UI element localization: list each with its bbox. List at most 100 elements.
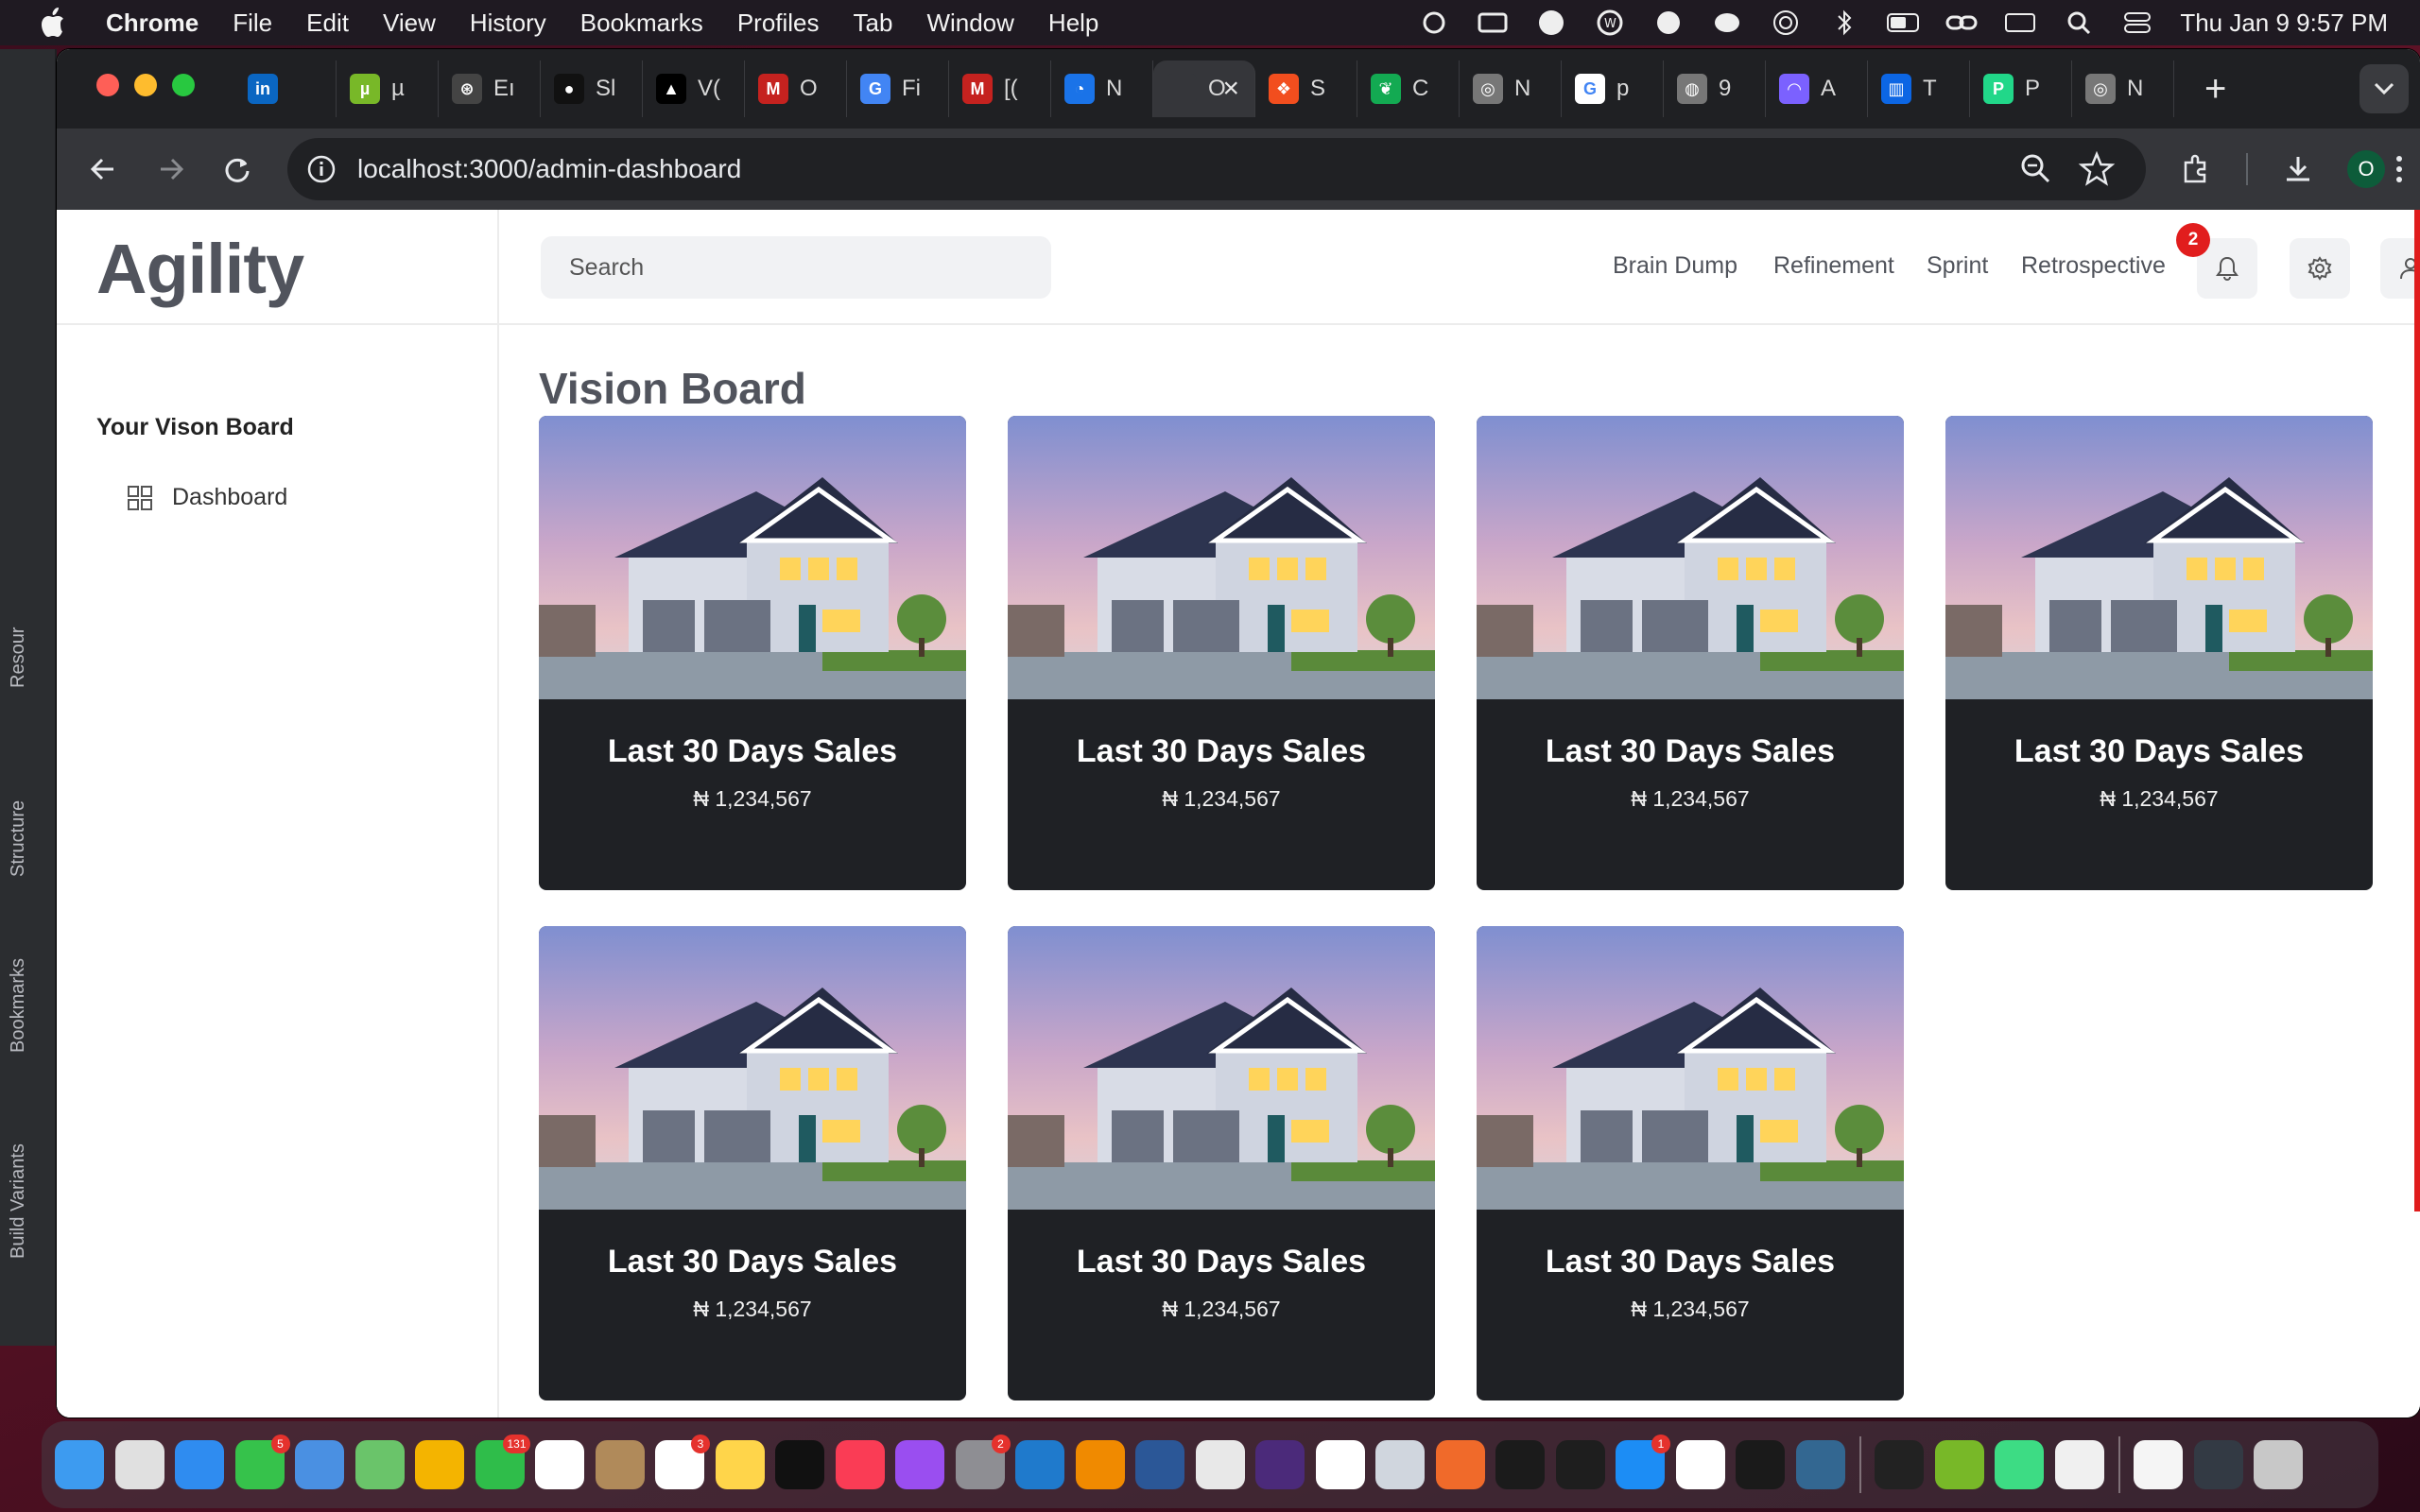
menu-profiles[interactable]: Profiles [737, 9, 820, 38]
browser-tab[interactable]: ◎ N [2072, 60, 2174, 117]
menu-history[interactable]: History [470, 9, 546, 38]
calendar-icon[interactable] [535, 1440, 584, 1489]
browser-tab[interactable]: µµ [337, 60, 439, 117]
menubar-clock[interactable]: Thu Jan 9 9:57 PM [2180, 9, 2388, 38]
menu-tab[interactable]: Tab [854, 9, 893, 38]
tor-icon[interactable] [1255, 1440, 1305, 1489]
wordpress-icon[interactable] [1652, 7, 1685, 39]
menu-help[interactable]: Help [1048, 9, 1098, 38]
pycharm-icon[interactable] [1736, 1440, 1785, 1489]
vision-card[interactable]: Last 30 Days Sales ₦ 1,234,567 [1008, 416, 1435, 890]
ide-structure-label[interactable]: Structure [8, 800, 29, 877]
ide-build-variants-label[interactable]: Build Variants [8, 1143, 29, 1259]
maps-icon[interactable] [354, 1440, 405, 1489]
screen-share-icon[interactable] [1477, 7, 1509, 39]
vision-card[interactable]: Last 30 Days Sales ₦ 1,234,567 [1008, 926, 1435, 1400]
system-settings-icon[interactable]: 2 [955, 1435, 1011, 1489]
browser-tab[interactable]: PP [1970, 60, 2072, 117]
podcasts-icon[interactable] [895, 1440, 944, 1489]
menu-window[interactable]: Window [926, 9, 1013, 38]
finder-icon[interactable] [55, 1440, 104, 1489]
apple-logo-icon[interactable] [38, 7, 76, 39]
browser-tab[interactable]: ◎ N [1460, 60, 1562, 117]
facetime-icon[interactable]: 131 [475, 1435, 530, 1489]
nav-link-retrospective[interactable]: Retrospective [2021, 252, 2166, 280]
downloads-button[interactable] [2274, 146, 2322, 193]
wakatime-icon[interactable] [1875, 1440, 1924, 1489]
safari-icon[interactable] [175, 1440, 224, 1489]
messages-icon[interactable]: 5 [234, 1435, 290, 1489]
figma-icon[interactable] [1555, 1440, 1605, 1489]
address-bar[interactable]: localhost:3000/admin-dashboard [287, 138, 2146, 200]
menu-view[interactable]: View [383, 9, 436, 38]
app-store-icon[interactable]: 1 [1616, 1435, 1670, 1489]
launchpad-icon[interactable] [114, 1440, 164, 1489]
window-zoom-button[interactable] [172, 74, 195, 96]
forward-button[interactable] [147, 146, 195, 193]
browser-tab[interactable]: ▥ T [1868, 60, 1970, 117]
bluetooth-icon[interactable] [1828, 7, 1860, 39]
mongodb-compass-icon[interactable] [1315, 1440, 1365, 1489]
vision-card[interactable]: Last 30 Days Sales ₦ 1,234,567 [1477, 926, 1904, 1400]
terminal-icon[interactable] [1495, 1440, 1545, 1489]
menu-edit[interactable]: Edit [306, 9, 349, 38]
music-icon[interactable] [835, 1440, 885, 1489]
menu-app-name[interactable]: Chrome [106, 9, 199, 38]
nav-link-brain-dump[interactable]: Brain Dump [1613, 252, 1737, 280]
contacts-icon[interactable] [595, 1440, 645, 1489]
menu-file[interactable]: File [233, 9, 272, 38]
site-info-icon[interactable] [302, 150, 340, 188]
tab-active[interactable]: O × [1153, 60, 1255, 117]
chrome-menu-button[interactable] [2380, 146, 2418, 193]
preview-icon[interactable] [1375, 1440, 1425, 1489]
reminders-icon[interactable]: 3 [655, 1435, 710, 1489]
tab-search-button[interactable] [2360, 64, 2409, 113]
vision-card[interactable]: Last 30 Days Sales ₦ 1,234,567 [1477, 416, 1904, 890]
link-icon[interactable] [1945, 7, 1978, 39]
postgres-icon[interactable] [1795, 1440, 1845, 1489]
browser-tab[interactable]: ◠ A [1766, 60, 1868, 117]
browser-tab[interactable]: ❦ C [1357, 60, 1460, 117]
sidebar-item-dashboard[interactable]: Dashboard [127, 484, 287, 511]
vlc-icon[interactable] [1075, 1440, 1125, 1489]
menu-bookmarks[interactable]: Bookmarks [580, 9, 703, 38]
control-center-icon[interactable] [2121, 7, 2153, 39]
screens-icon[interactable] [2193, 1440, 2243, 1489]
ide-resource-manager-label[interactable]: Resour [8, 627, 29, 688]
pen-icon[interactable] [1435, 1440, 1485, 1489]
settings-button[interactable] [2290, 238, 2350, 299]
reload-button[interactable] [214, 146, 261, 193]
tableplus-elephant-icon[interactable] [1711, 7, 1743, 39]
vision-card[interactable]: Last 30 Days Sales ₦ 1,234,567 [539, 416, 966, 890]
creative-cloud-icon[interactable] [1418, 7, 1450, 39]
slack-icon[interactable] [1675, 1440, 1725, 1489]
browser-tab[interactable]: MO [745, 60, 847, 117]
navigation-icon[interactable] [1535, 7, 1567, 39]
airdrop-icon[interactable] [1770, 7, 1802, 39]
new-tab-button[interactable]: + [2204, 70, 2226, 108]
keyboard-icon[interactable] [2004, 7, 2036, 39]
browser-tab[interactable]: ❖ S [1255, 60, 1357, 117]
mail-icon[interactable] [295, 1440, 344, 1489]
nav-link-refinement[interactable]: Refinement [1773, 252, 1894, 280]
spotlight-search-icon[interactable] [2063, 7, 2095, 39]
browser-tab[interactable]: ⊛ Eı [439, 60, 541, 117]
zoom-icon[interactable] [2017, 150, 2055, 193]
window-close-button[interactable] [96, 74, 119, 96]
vision-card[interactable]: Last 30 Days Sales ₦ 1,234,567 [539, 926, 966, 1400]
window-minimize-button[interactable] [134, 74, 157, 96]
browser-tab[interactable]: G Fi [847, 60, 949, 117]
nav-link-sprint[interactable]: Sprint [1927, 252, 1988, 280]
browser-tab[interactable]: in [234, 60, 337, 117]
battery-icon[interactable] [1887, 7, 1920, 39]
wakatime-icon[interactable]: W [1594, 7, 1626, 39]
vision-card[interactable]: Last 30 Days Sales ₦ 1,234,567 [1945, 416, 2373, 890]
extensions-button[interactable] [2172, 146, 2220, 193]
tv-icon[interactable] [775, 1440, 824, 1489]
back-button[interactable] [79, 146, 127, 193]
bookmark-star-icon[interactable] [2078, 150, 2116, 193]
app-logo[interactable]: Agility [96, 229, 304, 309]
scrollbar-indicator[interactable] [2414, 210, 2420, 1211]
browser-tab[interactable]: ◔ N [1051, 60, 1153, 117]
browser-tab[interactable]: Gp [1562, 60, 1664, 117]
